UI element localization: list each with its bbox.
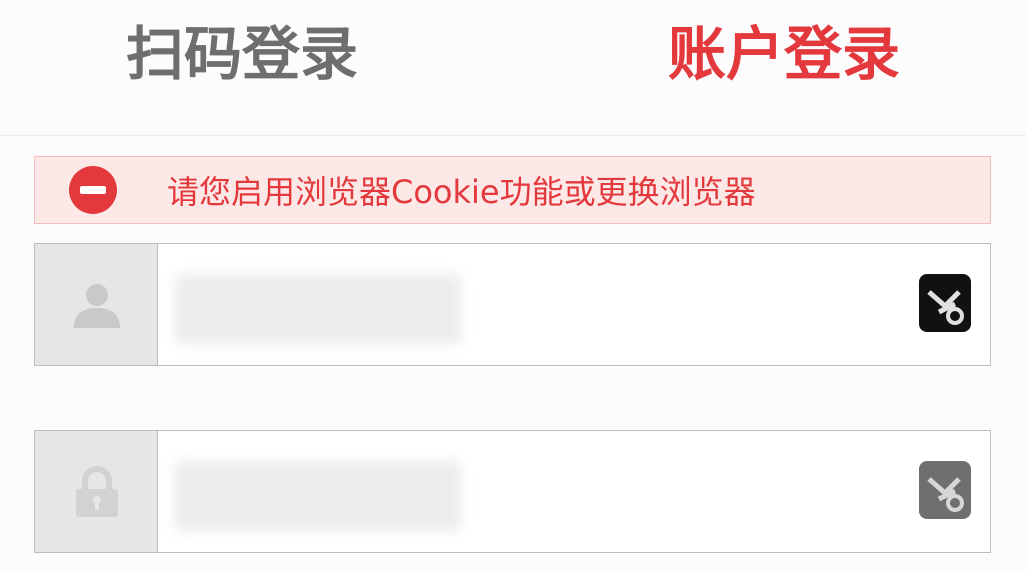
minus-circle-icon — [69, 166, 117, 214]
user-icon — [74, 284, 120, 328]
password-manager-icon-2[interactable] — [919, 461, 971, 519]
password-manager-icon[interactable] — [919, 274, 971, 332]
alert-message: 请您启用浏览器Cookie功能或更换浏览器 — [167, 173, 756, 211]
username-field — [34, 243, 991, 366]
lock-icon — [76, 466, 118, 517]
tab-qr-login[interactable]: 扫码登录 — [126, 16, 358, 92]
password-addon — [35, 431, 158, 552]
password-obscured-value — [175, 461, 461, 531]
username-obscured-value — [175, 274, 461, 344]
tab-account-login[interactable]: 账户登录 — [668, 16, 900, 92]
cookie-alert: 请您启用浏览器Cookie功能或更换浏览器 — [34, 156, 991, 224]
username-addon — [35, 244, 158, 365]
password-field — [34, 430, 991, 553]
login-tabs: 扫码登录 账户登录 — [0, 0, 1026, 136]
key-icon — [927, 290, 964, 325]
key-icon-2 — [927, 477, 964, 512]
